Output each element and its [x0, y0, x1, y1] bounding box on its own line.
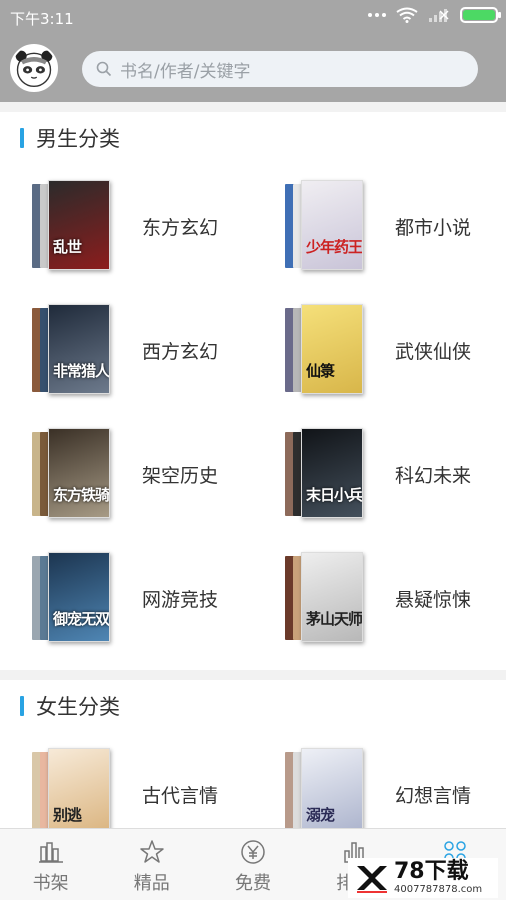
category-label: 西方玄幻 — [142, 340, 219, 363]
category-item[interactable]: 溺宠 幻想言情 — [253, 732, 506, 828]
book-cover: 非常猎人 — [48, 304, 110, 394]
book-cover-stack: 东方铁骑 — [32, 428, 114, 520]
book-cover: 别逃 — [48, 748, 110, 828]
category-list: 男生分类 乱世 东方玄幻 少年药王 都市小说 非常猎人 西方玄幻 仙箓 武侠仙侠… — [0, 112, 506, 828]
book-cover-stack: 末日小兵 — [285, 428, 367, 520]
category-label: 悬疑惊悚 — [395, 588, 472, 611]
cover-title: 乱世 — [53, 238, 82, 256]
book-cover: 茅山天师 — [301, 552, 363, 642]
cover-title: 茅山天师 — [306, 610, 363, 628]
section-female: 女生分类 别逃 古代言情 溺宠 幻想言情 — [0, 680, 506, 828]
search-placeholder: 书名/作者/关键字 — [120, 61, 251, 82]
tab-featured[interactable]: 精品 — [101, 829, 202, 900]
search-input[interactable]: 书名/作者/关键字 — [82, 51, 478, 87]
category-item[interactable]: 乱世 东方玄幻 — [0, 164, 253, 288]
status-bar: 下午3:11 — [0, 0, 506, 34]
book-cover: 御宠无双 — [48, 552, 110, 642]
cover-title: 少年药王 — [306, 238, 363, 256]
cover-title: 末日小兵 — [306, 486, 363, 504]
book-cover: 仙箓 — [301, 304, 363, 394]
category-grid: 乱世 东方玄幻 少年药王 都市小说 非常猎人 西方玄幻 仙箓 武侠仙侠 东方铁骑… — [0, 164, 506, 670]
category-item[interactable]: 少年药王 都市小说 — [253, 164, 506, 288]
app-header: 下午3:11 书名/作者/关键字 — [0, 0, 506, 102]
signal-icon — [429, 9, 449, 22]
watermark-url: 4007787878.com — [394, 884, 483, 895]
cover-title: 仙箓 — [306, 362, 335, 380]
tab-label: 精品 — [133, 873, 170, 894]
cover-title: 溺宠 — [306, 806, 335, 824]
yuan-icon — [241, 840, 265, 864]
cover-title: 东方铁骑 — [53, 486, 110, 504]
book-cover-stack: 乱世 — [32, 180, 114, 272]
avatar[interactable] — [10, 44, 58, 92]
category-label: 网游竞技 — [142, 588, 219, 611]
category-grid: 别逃 古代言情 溺宠 幻想言情 — [0, 732, 506, 828]
book-cover: 乱世 — [48, 180, 110, 270]
book-cover-stack: 非常猎人 — [32, 304, 114, 396]
book-cover-stack: 别逃 — [32, 748, 114, 828]
wifi-icon — [396, 7, 418, 23]
panda-avatar-icon — [15, 50, 53, 88]
category-label: 东方玄幻 — [142, 216, 219, 239]
category-item[interactable]: 茅山天师 悬疑惊悚 — [253, 536, 506, 660]
tab-label: 免费 — [235, 873, 271, 894]
category-item[interactable]: 东方铁骑 架空历史 — [0, 412, 253, 536]
cover-title: 别逃 — [53, 806, 82, 824]
search-icon — [96, 61, 112, 77]
more-dots-icon — [368, 13, 386, 17]
star-icon — [140, 840, 164, 863]
book-cover: 少年药王 — [301, 180, 363, 270]
category-item[interactable]: 御宠无双 网游竞技 — [0, 536, 253, 660]
category-item[interactable]: 末日小兵 科幻未来 — [253, 412, 506, 536]
book-cover-stack: 茅山天师 — [285, 552, 367, 644]
watermark-title: 78下载 — [394, 859, 469, 884]
category-label: 架空历史 — [142, 464, 219, 487]
section-title: 女生分类 — [0, 680, 506, 732]
cover-title: 御宠无双 — [53, 610, 110, 628]
site-watermark: 78下载 4007787878.com — [348, 858, 498, 898]
category-label: 都市小说 — [395, 216, 472, 239]
book-cover: 溺宠 — [301, 748, 363, 828]
book-cover-stack: 少年药王 — [285, 180, 367, 272]
section-title: 男生分类 — [0, 112, 506, 164]
battery-icon — [460, 7, 501, 23]
status-icons — [368, 7, 501, 23]
bookshelf-icon — [38, 842, 63, 863]
category-item[interactable]: 别逃 古代言情 — [0, 732, 253, 828]
book-cover-stack: 溺宠 — [285, 748, 367, 828]
watermark-logo-icon — [357, 866, 387, 893]
category-label: 科幻未来 — [395, 464, 472, 487]
category-label: 幻想言情 — [395, 784, 472, 807]
book-cover: 末日小兵 — [301, 428, 363, 518]
category-item[interactable]: 非常猎人 西方玄幻 — [0, 288, 253, 412]
category-label: 武侠仙侠 — [395, 340, 472, 363]
book-cover-stack: 仙箓 — [285, 304, 367, 396]
book-cover-stack: 御宠无双 — [32, 552, 114, 644]
status-time: 下午3:11 — [10, 10, 74, 28]
tab-bookshelf[interactable]: 书架 — [0, 829, 101, 900]
tab-free[interactable]: 免费 — [202, 829, 303, 900]
book-cover: 东方铁骑 — [48, 428, 110, 518]
category-item[interactable]: 仙箓 武侠仙侠 — [253, 288, 506, 412]
section-male: 男生分类 乱世 东方玄幻 少年药王 都市小说 非常猎人 西方玄幻 仙箓 武侠仙侠… — [0, 112, 506, 670]
category-label: 古代言情 — [142, 784, 219, 807]
tab-label: 书架 — [32, 873, 69, 894]
cover-title: 非常猎人 — [53, 362, 110, 380]
